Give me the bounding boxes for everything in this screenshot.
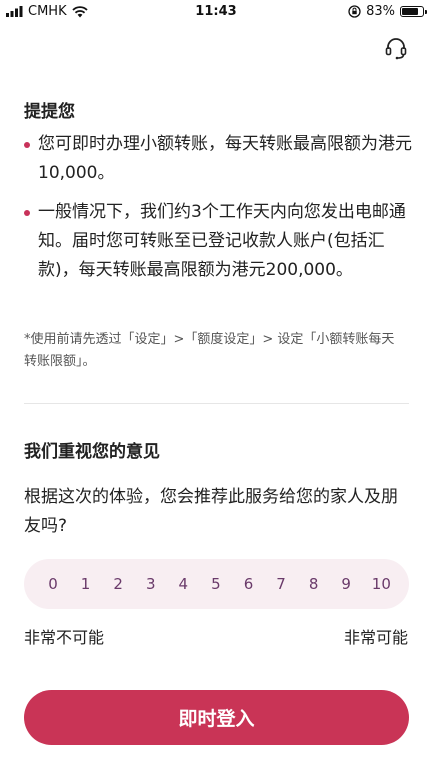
rating-option-3[interactable]: 3	[144, 575, 158, 593]
rating-option-6[interactable]: 6	[241, 575, 255, 593]
login-button[interactable]: 即时登入	[24, 690, 409, 745]
headset-icon[interactable]	[384, 36, 408, 60]
battery-fill	[402, 8, 418, 15]
status-bar: CMHK 11:43 83%	[0, 0, 432, 24]
tips-item-text: 一般情况下，我们约3个工作天内向您发出电邮通知。届时您可转账至已登记收款人账户(…	[38, 202, 406, 280]
status-right: 83%	[348, 4, 427, 19]
battery-icon	[400, 6, 427, 17]
tips-note: *使用前请先透过「设定」>「额度设定」> 设定「小额转账每天转账限额」。	[24, 332, 395, 369]
scale-low-label: 非常不可能	[24, 628, 105, 647]
tips-title: 提提您	[24, 102, 75, 122]
tips-item-2: 一般情况下，我们约3个工作天内向您发出电邮通知。届时您可转账至已登记收款人账户(…	[24, 198, 412, 285]
rating-scale: 0 1 2 3 4 5 6 7 8 9 10	[24, 559, 409, 609]
rating-option-8[interactable]: 8	[307, 575, 321, 593]
rating-option-4[interactable]: 4	[176, 575, 190, 593]
tips-item-1: 您可即时办理小额转账，每天转账最高限额为港元10,000。	[24, 130, 412, 188]
rating-option-9[interactable]: 9	[339, 575, 353, 593]
battery-percent: 83%	[366, 4, 395, 19]
rating-option-2[interactable]: 2	[111, 575, 125, 593]
rating-option-10[interactable]: 10	[372, 575, 391, 593]
feedback-question: 根据这次的体验，您会推荐此服务给您的家人及朋友吗?	[24, 487, 398, 536]
divider	[24, 403, 409, 404]
orientation-lock-icon	[348, 5, 361, 18]
bullet-dot-icon	[24, 210, 30, 216]
tips-list: 您可即时办理小额转账，每天转账最高限额为港元10,000。 一般情况下，我们约3…	[24, 130, 412, 295]
rating-option-5[interactable]: 5	[209, 575, 223, 593]
rating-option-7[interactable]: 7	[274, 575, 288, 593]
scale-high-label: 非常可能	[343, 628, 408, 647]
feedback-title: 我们重视您的意见	[24, 442, 160, 462]
rating-option-0[interactable]: 0	[46, 575, 60, 593]
battery-tip	[425, 10, 427, 14]
tips-item-text: 您可即时办理小额转账，每天转账最高限额为港元10,000。	[38, 134, 412, 183]
rating-option-1[interactable]: 1	[79, 575, 93, 593]
bullet-dot-icon	[24, 142, 30, 148]
